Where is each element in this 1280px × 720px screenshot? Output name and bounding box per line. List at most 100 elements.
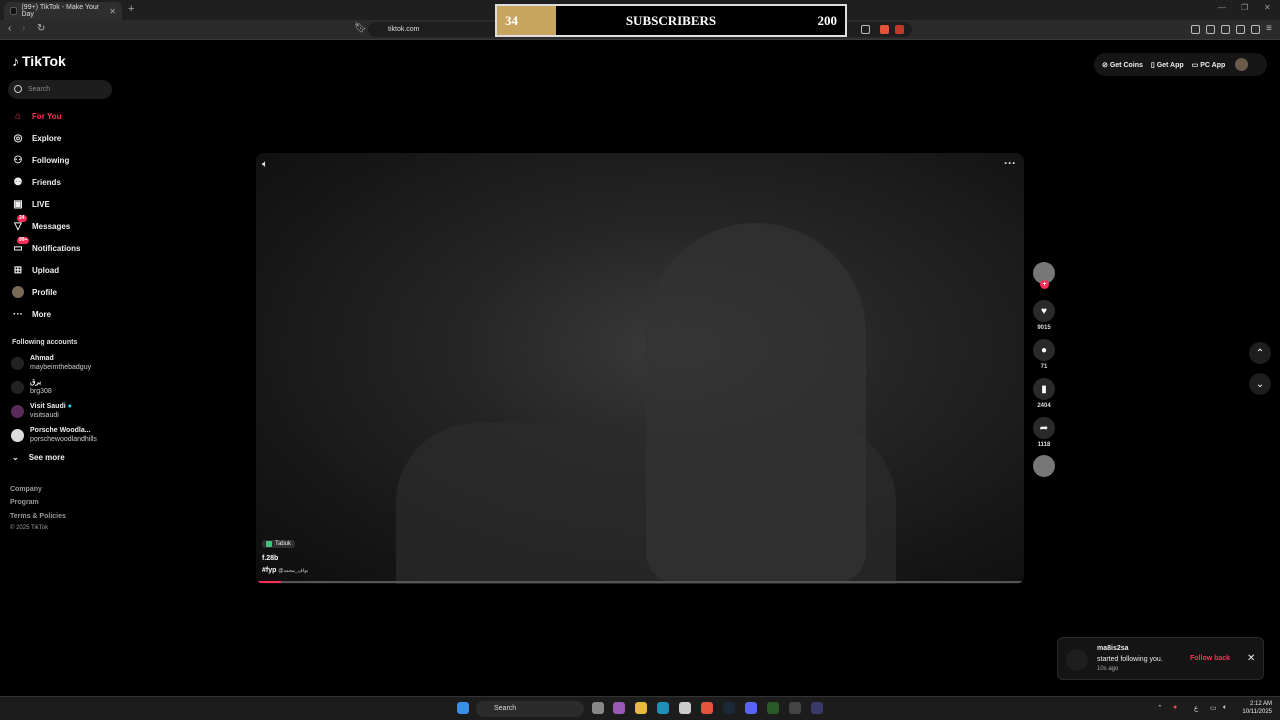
minimize-icon[interactable]: — (1218, 3, 1226, 12)
get-coins-button[interactable]: ⊘ Get Coins (1102, 61, 1143, 69)
live-icon: ▣ (13, 198, 23, 210)
like-count: 9015 (1037, 325, 1051, 331)
brave-icon[interactable] (701, 702, 713, 714)
nav-label: Notifications (32, 243, 81, 253)
back-icon[interactable]: ‹ (8, 23, 11, 34)
next-video-button[interactable]: ⌄ (1249, 373, 1271, 395)
share-count: 1118 (1037, 442, 1051, 448)
reload-icon[interactable]: ↻ (37, 23, 45, 34)
discord-icon[interactable] (745, 702, 757, 714)
brave-shield-icon[interactable] (880, 25, 889, 34)
compass-icon: ◎ (13, 132, 23, 144)
footer-company[interactable]: Company (10, 486, 42, 493)
nav-friends[interactable]: ⚉ Friends (12, 175, 61, 189)
mention-link[interactable]: @نواف_محمد (278, 568, 308, 574)
nav-label: Messages (32, 221, 71, 231)
new-tab-button[interactable]: + (128, 3, 134, 15)
nav-following[interactable]: ⚇ Following (12, 153, 70, 167)
search-input[interactable]: Search (8, 80, 112, 99)
tray-chevron-icon[interactable]: ⌃ (1157, 704, 1163, 712)
copilot-icon[interactable] (613, 702, 625, 714)
save-button[interactable]: ▮ (1033, 378, 1055, 400)
verified-icon: ● (67, 403, 72, 410)
volume-tray-icon[interactable]: 🔈︎ (1223, 704, 1227, 712)
sidebar-icon[interactable] (1206, 25, 1215, 34)
account-name: Visit Saudi ● (30, 403, 72, 410)
close-window-icon[interactable]: ✕ (1264, 3, 1271, 12)
previous-video-button[interactable]: ⌃ (1249, 342, 1271, 364)
brave-rewards-icon[interactable] (895, 25, 904, 34)
follow-plus-icon[interactable]: + (1040, 280, 1049, 289)
edge-icon[interactable] (657, 702, 669, 714)
store-icon[interactable] (679, 702, 691, 714)
nav-upload[interactable]: ⊞ Upload (12, 263, 59, 277)
microphone-icon[interactable]: ● (1173, 704, 1177, 711)
language-indicator[interactable]: ع (1194, 704, 1198, 712)
maximize-icon[interactable]: ❐ (1241, 3, 1248, 12)
app-icon[interactable] (811, 702, 823, 714)
like-button[interactable]: ♥ (1033, 300, 1055, 322)
pc-app-button[interactable]: ▭ PC App (1192, 61, 1226, 69)
nav-label: For You (32, 111, 62, 121)
toast-username[interactable]: ma8is2sa (1097, 645, 1129, 652)
avatar (11, 380, 24, 394)
video-progress-bar[interactable] (258, 581, 1022, 583)
hashtag-link[interactable]: #fyp (262, 567, 276, 574)
nav-explore[interactable]: ◎ Explore (12, 131, 62, 145)
video-player[interactable]: 🔈︎ ··· Tabuk f.28b #fyp @نواف_محمد (256, 153, 1024, 584)
wallet-icon[interactable] (1221, 25, 1230, 34)
following-account[interactable]: Porsche Woodla... porschewoodlandhills (11, 426, 97, 444)
cast-icon[interactable] (861, 25, 870, 34)
sound-avatar[interactable] (1033, 455, 1055, 477)
footer-terms[interactable]: Terms & Policies (10, 513, 66, 520)
close-icon[interactable]: ✕ (1247, 653, 1255, 664)
heart-icon: ♥ (1041, 305, 1047, 317)
avatar (1066, 649, 1088, 671)
tab-title: (99+) TikTok - Make Your Day (21, 4, 100, 18)
menu-icon[interactable]: ≡ (1266, 23, 1272, 34)
windows-taskbar: Search ⌃ ● ع ▭ 🔈︎ 2:12 AM 10/11/2025 (0, 696, 1280, 720)
file-explorer-icon[interactable] (635, 702, 647, 714)
see-more-button[interactable]: ⌄ See more (12, 453, 65, 462)
location-tag[interactable]: Tabuk (262, 540, 296, 548)
volume-icon[interactable]: 🔈︎ (262, 159, 268, 170)
browser-tab[interactable]: (99+) TikTok - Make Your Day ✕ (4, 2, 122, 20)
follow-back-button[interactable]: Follow back (1190, 655, 1230, 662)
following-account[interactable]: برق brg308 (11, 378, 52, 396)
vpn-icon[interactable] (1251, 25, 1260, 34)
nav-label: Profile (32, 287, 57, 297)
nav-for-you[interactable]: ⌂ For You (12, 109, 62, 123)
video-more-icon[interactable]: ··· (1004, 156, 1016, 170)
network-icon[interactable]: ▭ (1210, 704, 1217, 712)
extensions-icon[interactable] (1236, 25, 1245, 34)
share-button[interactable]: ➦ (1033, 417, 1055, 439)
messages-icon: ▽ 24 (14, 215, 27, 232)
save-count: 2404 (1037, 403, 1051, 409)
nav-more[interactable]: ··· More (12, 307, 51, 321)
get-app-button[interactable]: ▯ Get App (1151, 61, 1184, 69)
bookmark-icon[interactable]: 🔖︎ (354, 23, 367, 34)
windows-start-icon[interactable] (457, 702, 469, 714)
tiktok-logo[interactable]: ♪ TikTok (12, 53, 66, 69)
following-account[interactable]: Ahmad maybeimthebadguy (11, 354, 91, 372)
user-avatar[interactable] (1235, 58, 1249, 71)
taskbar-clock[interactable]: 2:12 AM 10/11/2025 (1236, 700, 1272, 716)
obs-icon[interactable] (789, 702, 801, 714)
steam-icon[interactable] (723, 702, 735, 714)
xbox-icon[interactable] (767, 702, 779, 714)
home-icon: ⌂ (14, 110, 22, 122)
footer-program[interactable]: Program (10, 499, 39, 506)
following-account[interactable]: Visit Saudi ● visitsaudi (11, 402, 72, 420)
taskbar-search[interactable]: Search (476, 701, 584, 717)
nav-messages[interactable]: ▽ 24 Messages (12, 215, 71, 233)
monitor-icon: ▭ (1191, 61, 1199, 69)
music-icon[interactable] (1191, 25, 1200, 34)
nav-live[interactable]: ▣ LIVE (12, 197, 50, 211)
task-view-icon[interactable] (592, 702, 604, 714)
nav-profile[interactable]: Profile (12, 285, 57, 299)
account-handle: visitsaudi (30, 412, 59, 419)
forward-icon[interactable]: › (22, 23, 25, 34)
comment-button[interactable]: ● (1033, 339, 1055, 361)
nav-notifications[interactable]: ▭ 99+ Notifications (12, 237, 81, 255)
close-tab-icon[interactable]: ✕ (109, 7, 116, 16)
